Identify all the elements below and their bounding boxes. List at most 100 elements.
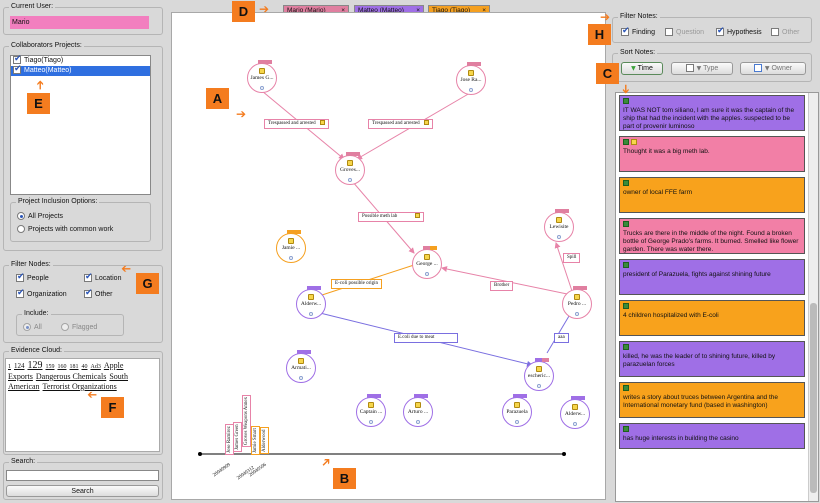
- owner-flag: [346, 152, 360, 156]
- cloud-word[interactable]: Ad3: [91, 364, 101, 370]
- sort-type-button[interactable]: ▼ Type: [671, 62, 733, 75]
- graph-node[interactable]: Armati...: [286, 350, 316, 383]
- node-handle[interactable]: [416, 420, 420, 424]
- note-card[interactable]: 4 children hospitalized with E-coli: [619, 300, 805, 336]
- radio-all-projects[interactable]: [17, 212, 25, 220]
- checkbox-other[interactable]: [84, 288, 93, 298]
- checkbox-location[interactable]: [84, 272, 93, 282]
- filter-organization[interactable]: Organization: [16, 288, 67, 298]
- sort-time-button[interactable]: ▼ Time: [621, 62, 663, 75]
- node-handle[interactable]: [557, 235, 561, 239]
- cloud-word[interactable]: 40: [82, 364, 88, 370]
- search-button[interactable]: Search: [6, 485, 159, 497]
- sort-owner-button[interactable]: ▼ Owner: [740, 62, 806, 75]
- scroll-thumb[interactable]: [810, 303, 817, 493]
- node-handle[interactable]: [299, 376, 303, 380]
- graph-node[interactable]: escheric...: [524, 358, 554, 391]
- node-handle[interactable]: [289, 256, 293, 260]
- node-handle[interactable]: [260, 86, 264, 90]
- note-card[interactable]: has huge interests in building the casin…: [619, 423, 805, 449]
- node-handle[interactable]: [425, 272, 429, 276]
- checkbox-tiago[interactable]: [13, 54, 22, 65]
- graph-node[interactable]: Jamie ...: [276, 230, 306, 263]
- filter-finding[interactable]: Finding: [621, 26, 655, 36]
- edge-label[interactable]: Spill: [563, 253, 581, 263]
- checkbox-hypothesis[interactable]: [716, 26, 725, 36]
- note-card[interactable]: owner of local FFE farm: [619, 177, 805, 213]
- filter-people[interactable]: People: [16, 272, 49, 282]
- option-common-work[interactable]: Projects with common work: [17, 225, 113, 233]
- cloud-word[interactable]: 124: [14, 362, 25, 370]
- note-text: Trucks are there in the middle of the ni…: [623, 230, 799, 253]
- graph-node[interactable]: Jose Ra...: [456, 62, 486, 95]
- edge-label[interactable]: Possible meth lab: [358, 212, 425, 222]
- graph-node[interactable]: James G...: [247, 60, 277, 93]
- cloud-word[interactable]: Dangerous Chemicals: [36, 372, 106, 381]
- edge-label[interactable]: E-coli possible origin: [331, 279, 383, 289]
- graph-canvas[interactable]: James G... Jose Ra... Groves... Jamie ..…: [171, 12, 606, 500]
- node-handle[interactable]: [469, 88, 473, 92]
- note-card[interactable]: Thought it was a big meth lab.: [619, 136, 805, 172]
- graph-node[interactable]: Captain ...: [356, 394, 386, 427]
- filter-other[interactable]: Other: [84, 288, 113, 298]
- edge-label[interactable]: Trespassed and arrested: [368, 119, 433, 129]
- node-handle[interactable]: [348, 178, 352, 182]
- node-handle[interactable]: [575, 312, 579, 316]
- filter-hypothesis[interactable]: Hypothesis: [716, 26, 762, 36]
- radio-include-all[interactable]: [23, 323, 31, 331]
- document-icon: [308, 294, 314, 300]
- arrow-left-icon: ➔: [87, 388, 98, 402]
- filter-question[interactable]: Question: [665, 28, 704, 36]
- graph-node[interactable]: Groves...: [335, 152, 365, 185]
- cloud-word[interactable]: 160: [58, 364, 67, 370]
- node-handle[interactable]: [309, 312, 313, 316]
- current-user-field[interactable]: Mario: [10, 16, 149, 29]
- checkbox-finding[interactable]: [621, 26, 630, 36]
- edge-label[interactable]: Trespassed and arrested: [264, 119, 329, 129]
- note-card[interactable]: IT WAS NOT tom siliano, I am sure it was…: [619, 95, 805, 131]
- include-flagged[interactable]: Flagged: [61, 323, 97, 331]
- filter-other-notes[interactable]: Other: [771, 28, 800, 36]
- radio-include-flagged[interactable]: [61, 323, 69, 331]
- edge-label[interactable]: E.coli due to meat: [394, 333, 458, 343]
- note-card[interactable]: killed, he was the leader of to shining …: [619, 341, 805, 377]
- timeline-entry[interactable]: Groves Weapons Annex: [242, 394, 251, 447]
- note-card[interactable]: Trucks are there in the middle of the ni…: [619, 218, 805, 254]
- checkbox-matteo[interactable]: [13, 64, 22, 75]
- cloud-word[interactable]: 159: [46, 364, 55, 370]
- graph-node[interactable]: George ...: [412, 246, 442, 279]
- timeline-entry[interactable]: Jamie Smart: [251, 426, 260, 455]
- graph-node[interactable]: Alderw...: [560, 396, 590, 429]
- graph-node[interactable]: Pedro ...: [562, 286, 592, 319]
- cloud-word[interactable]: 129: [28, 360, 43, 371]
- collaborator-item-matteo[interactable]: Matteo(Matteo): [11, 64, 150, 76]
- collaborator-item-tiago[interactable]: Tiago(Tiago): [11, 54, 150, 66]
- include-all[interactable]: All: [23, 323, 42, 331]
- graph-node[interactable]: Lewisite: [544, 209, 574, 242]
- checkbox-people[interactable]: [16, 272, 25, 282]
- note-card[interactable]: president of Parazuela, fights against s…: [619, 259, 805, 295]
- radio-common-work[interactable]: [17, 225, 25, 233]
- option-all-projects[interactable]: All Projects: [17, 212, 63, 220]
- filter-location[interactable]: Location: [84, 272, 121, 282]
- checkbox-other-notes[interactable]: [771, 28, 779, 36]
- node-handle[interactable]: [515, 420, 519, 424]
- graph-node[interactable]: Arturo ...: [403, 394, 433, 427]
- timeline-entry[interactable]: Alderwood: [260, 427, 269, 454]
- note-card[interactable]: writes a story about truces between Arge…: [619, 382, 805, 418]
- timeline-entry[interactable]: James Green: [233, 422, 242, 452]
- cloud-word[interactable]: 181: [70, 364, 79, 370]
- notes-scrollbar[interactable]: [808, 93, 818, 501]
- cloud-word[interactable]: Terrorist Organizations: [43, 382, 117, 391]
- graph-node[interactable]: Alderw...: [296, 286, 326, 319]
- node-handle[interactable]: [369, 420, 373, 424]
- checkbox-organization[interactable]: [16, 288, 25, 298]
- graph-node[interactable]: Parazuela: [502, 394, 532, 427]
- node-handle[interactable]: [537, 384, 541, 388]
- node-handle[interactable]: [573, 422, 577, 426]
- cloud-word[interactable]: 1: [8, 364, 11, 370]
- edge-label[interactable]: aaa: [554, 333, 569, 343]
- checkbox-question[interactable]: [665, 28, 673, 36]
- search-input[interactable]: [6, 470, 159, 481]
- edge-label[interactable]: Brother: [490, 281, 514, 291]
